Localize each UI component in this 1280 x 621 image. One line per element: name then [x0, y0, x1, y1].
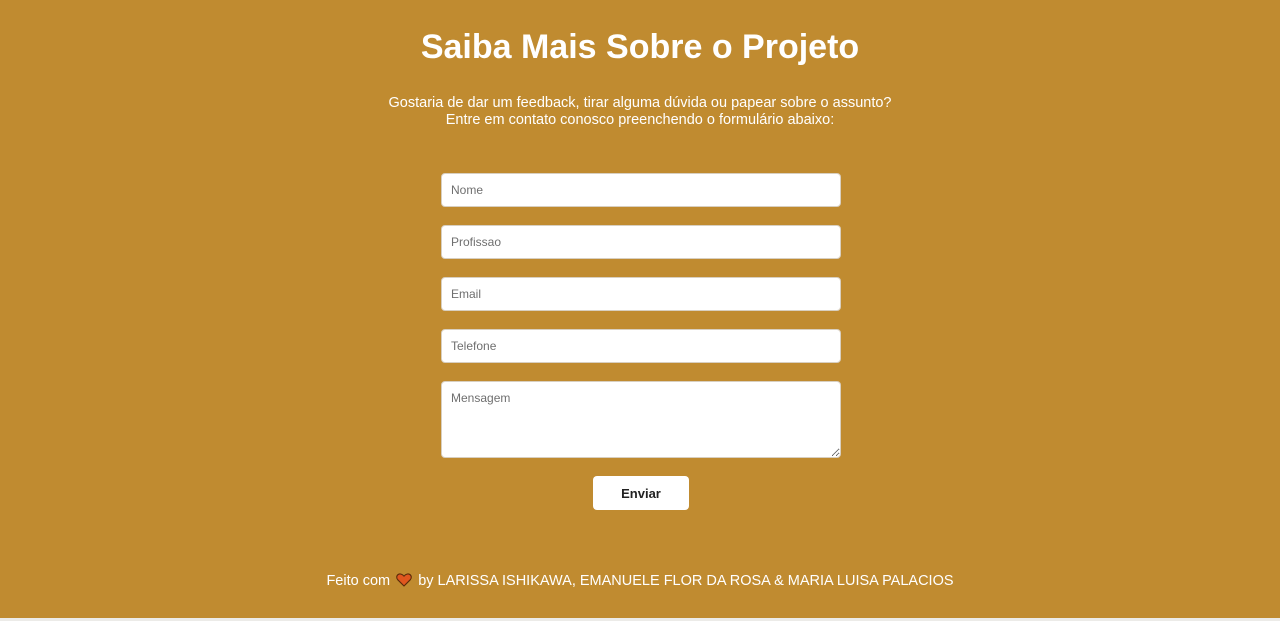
heart-icon: [396, 573, 412, 587]
footer-authors: by LARISSA ISHIKAWA, EMANUELE FLOR DA RO…: [418, 573, 954, 589]
subtitle-line-2: Entre em contato conosco preenchendo o f…: [445, 112, 835, 128]
footer-credits: Feito com by LARISSA ISHIKAWA, EMANUELE …: [0, 573, 1280, 590]
page-title: Saiba Mais Sobre o Projeto: [420, 28, 860, 66]
message-textarea[interactable]: [441, 381, 841, 458]
profession-input[interactable]: [441, 225, 841, 259]
subtitle-line-1: Gostaria de dar um feedback, tirar algum…: [388, 95, 892, 111]
footer-prefix: Feito com: [326, 573, 391, 589]
email-input[interactable]: [441, 277, 841, 311]
contact-page: Saiba Mais Sobre o Projeto Gostaria de d…: [0, 0, 1280, 621]
name-input[interactable]: [441, 173, 841, 207]
phone-input[interactable]: [441, 329, 841, 363]
submit-button[interactable]: Enviar: [593, 476, 689, 510]
page-subtitle: Gostaria de dar um feedback, tirar algum…: [0, 95, 1280, 129]
